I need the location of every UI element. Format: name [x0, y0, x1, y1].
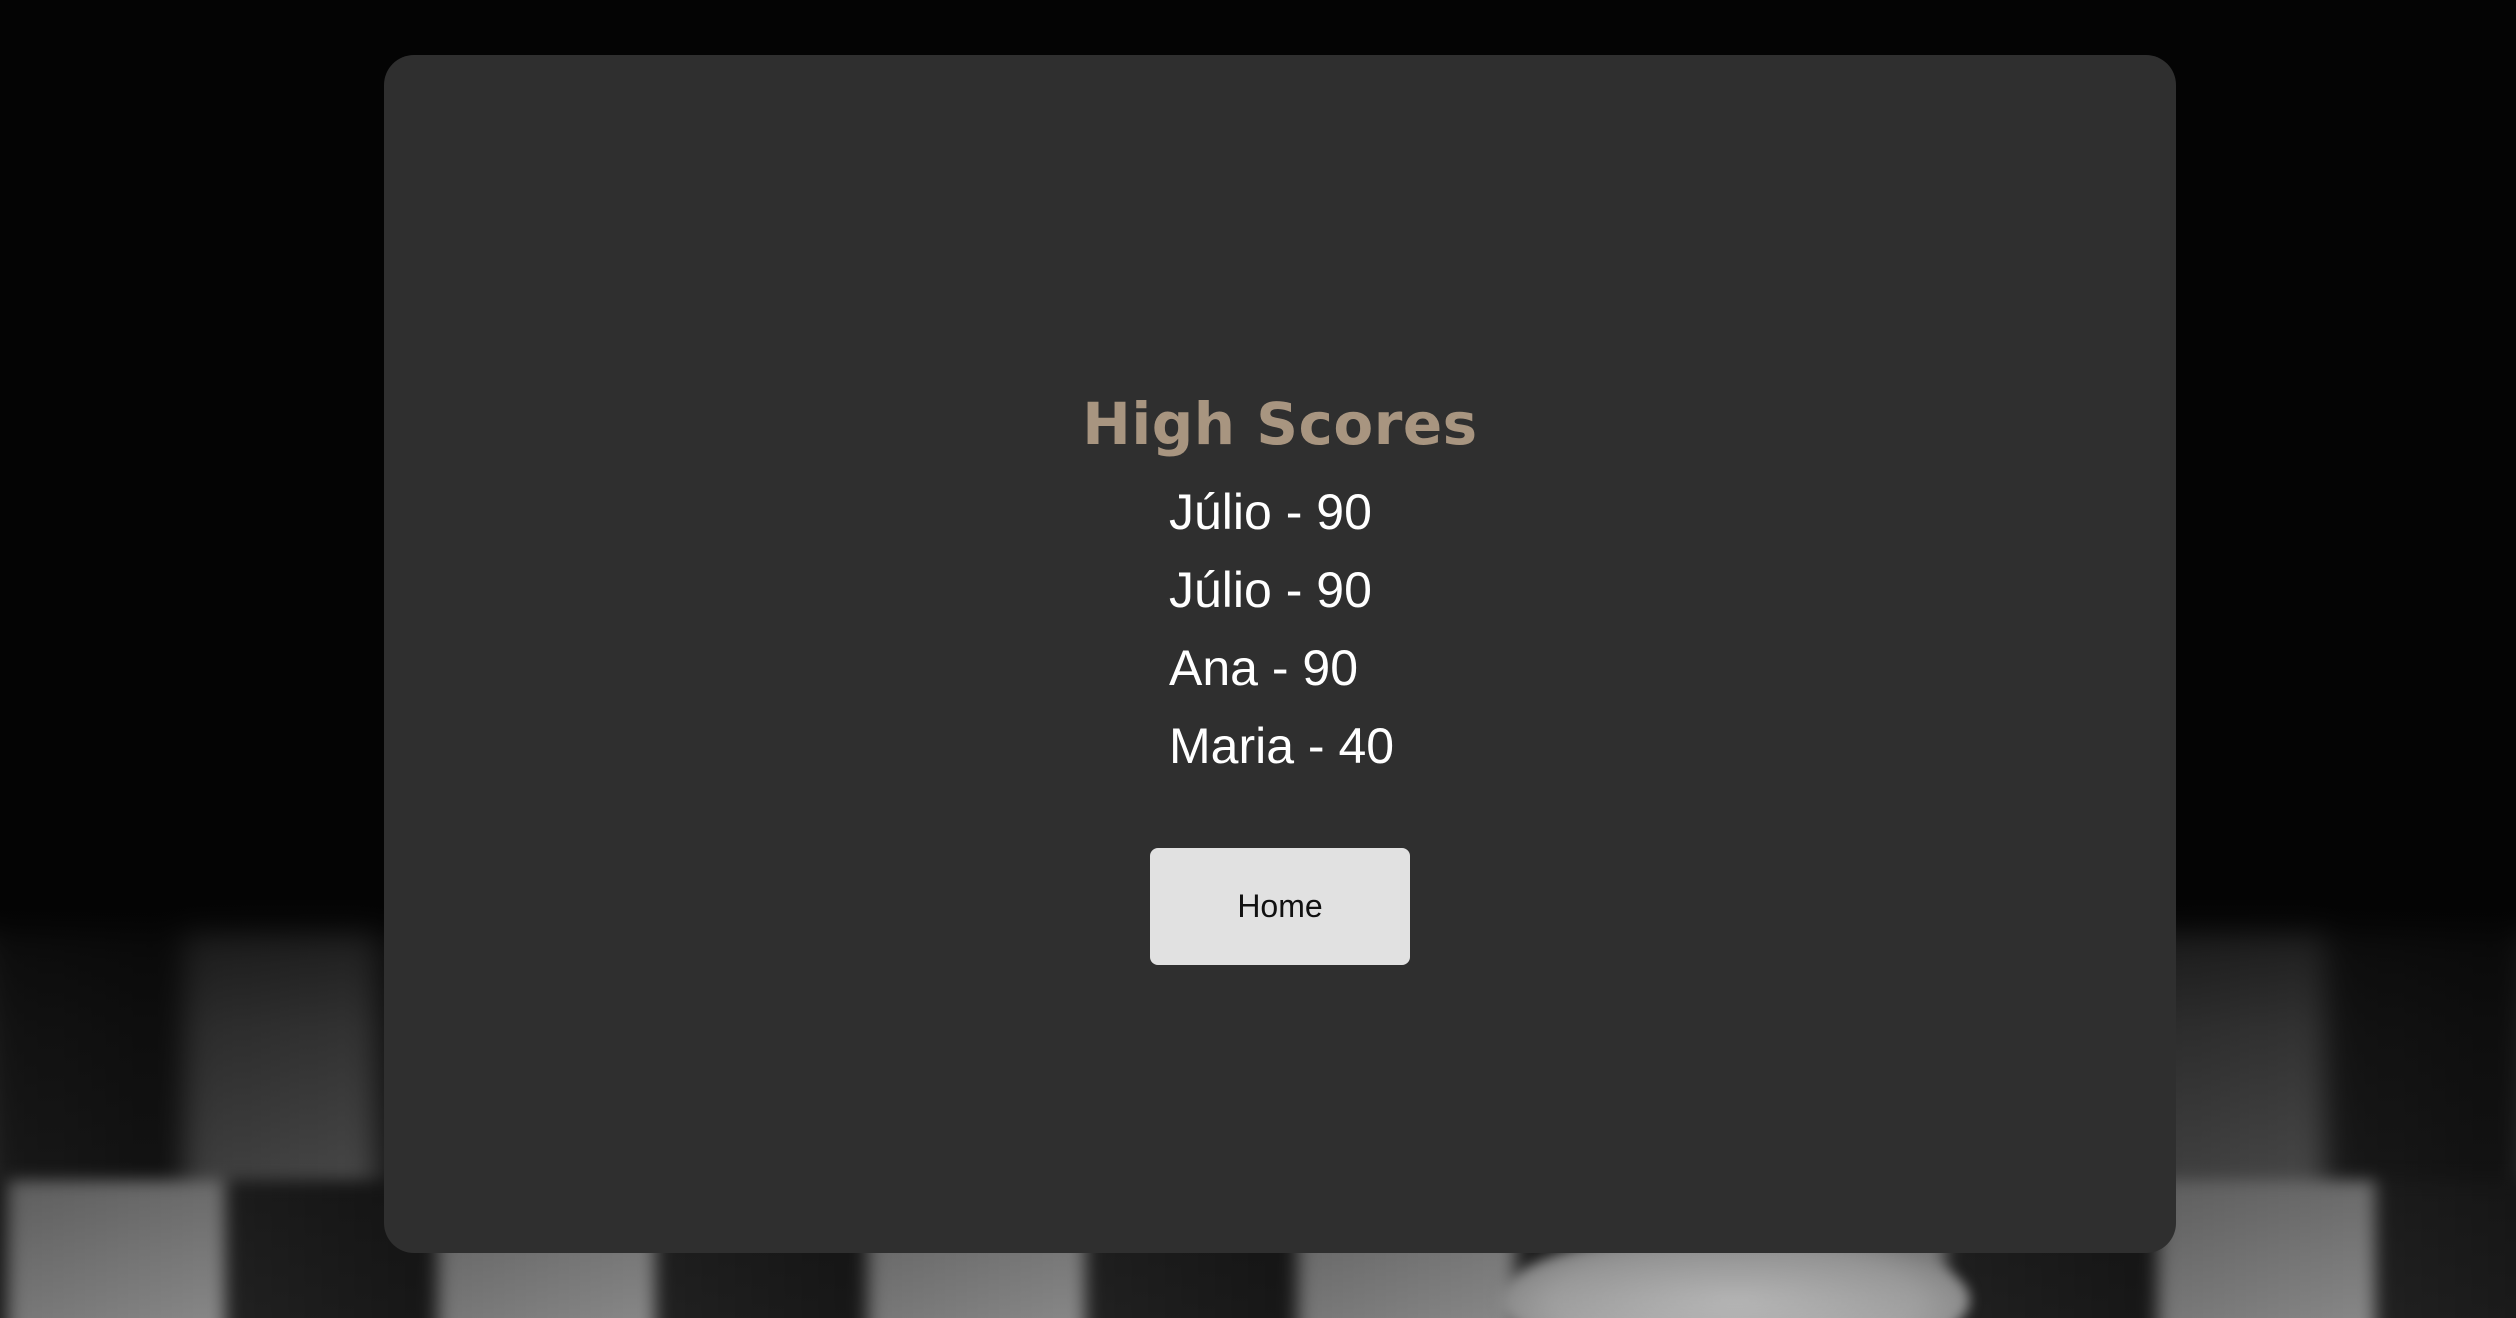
- score-entry: Ana - 90: [1169, 640, 1359, 696]
- score-entry: Júlio - 90: [1169, 484, 1372, 540]
- home-button[interactable]: Home: [1150, 848, 1410, 965]
- high-scores-list: Júlio - 90 Júlio - 90 Ana - 90 Maria - 4…: [1169, 473, 1394, 785]
- high-scores-card: High Scores Júlio - 90 Júlio - 90 Ana - …: [384, 55, 2176, 1253]
- page-title: High Scores: [1082, 390, 1478, 458]
- score-entry: Maria - 40: [1169, 718, 1395, 774]
- score-entry: Júlio - 90: [1169, 562, 1372, 618]
